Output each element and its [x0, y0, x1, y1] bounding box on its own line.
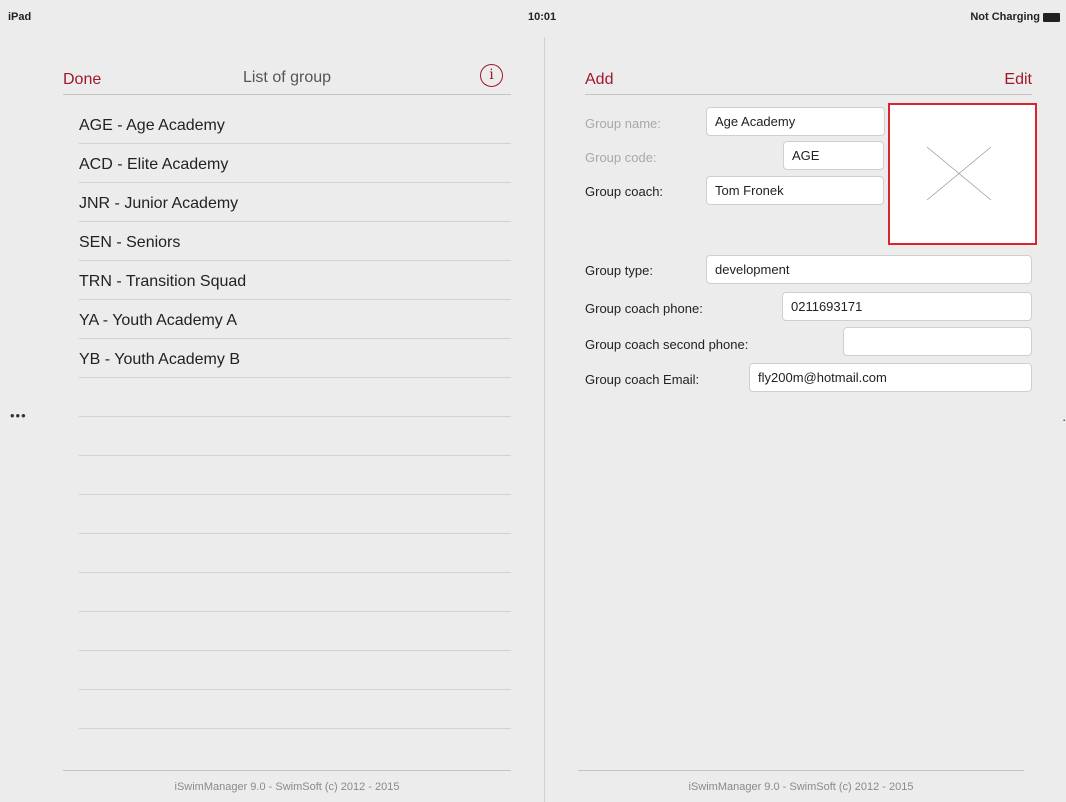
footer-divider	[63, 770, 511, 771]
empty-list-row	[79, 417, 511, 456]
copyright-footer: iSwimManager 9.0 - SwimSoft (c) 2012 - 2…	[174, 781, 400, 793]
empty-list-row	[79, 534, 511, 573]
panel-title: List of group	[242, 69, 332, 86]
coach-phone-field[interactable]: 0211693171	[782, 292, 1032, 321]
group-list-item[interactable]: YB - Youth Academy B	[79, 339, 511, 378]
coach-phone-label: Group coach phone:	[585, 301, 703, 316]
group-photo-placeholder[interactable]	[888, 103, 1037, 245]
right-drag-handle[interactable]: ·	[1062, 412, 1066, 427]
group-coach-label: Group coach:	[585, 184, 664, 199]
empty-list-row	[79, 456, 511, 495]
info-circle-icon[interactable]: i	[480, 64, 503, 87]
battery-status: Not Charging	[970, 11, 1040, 23]
left-drag-handle[interactable]: •••	[10, 408, 27, 423]
group-list-item[interactable]: TRN - Transition Squad	[79, 261, 511, 300]
empty-image-x-icon	[926, 146, 992, 201]
empty-list-row	[79, 495, 511, 534]
group-list-item[interactable]: JNR - Junior Academy	[79, 183, 511, 222]
left-panel-header: Done List of group i	[63, 60, 511, 95]
group-list-item[interactable]: YA - Youth Academy A	[79, 300, 511, 339]
coach-second-phone-label: Group coach second phone:	[585, 337, 749, 352]
split-divider	[544, 37, 545, 802]
copyright-footer: iSwimManager 9.0 - SwimSoft (c) 2012 - 2…	[688, 781, 914, 793]
coach-second-phone-field[interactable]	[843, 327, 1032, 356]
group-list-item[interactable]: AGE - Age Academy	[79, 105, 511, 144]
footer-divider	[578, 770, 1024, 771]
coach-email-label: Group coach Email:	[585, 372, 700, 387]
status-time: 10:01	[528, 11, 557, 23]
edit-button[interactable]: Edit	[1004, 71, 1032, 89]
group-type-label: Group type:	[585, 263, 653, 278]
device-name: iPad	[8, 11, 32, 23]
add-button[interactable]: Add	[585, 71, 613, 89]
group-list-item[interactable]: SEN - Seniors	[79, 222, 511, 261]
group-name-field[interactable]: Age Academy	[706, 107, 885, 136]
group-code-label: Group code:	[585, 150, 657, 165]
group-coach-field[interactable]: Tom Fronek	[706, 176, 884, 205]
group-list-item[interactable]: ACD - Elite Academy	[79, 144, 511, 183]
group-list: AGE - Age Academy ACD - Elite Academy JN…	[79, 105, 511, 729]
empty-list-row	[79, 651, 511, 690]
battery-icon	[1043, 13, 1060, 22]
group-name-label: Group name:	[585, 116, 661, 131]
empty-list-row	[79, 612, 511, 651]
empty-list-row	[79, 573, 511, 612]
group-code-field[interactable]: AGE	[783, 141, 884, 170]
empty-list-row	[79, 690, 511, 729]
status-bar: iPad 10:01 Not Charging	[0, 0, 1066, 34]
group-type-field[interactable]: development	[706, 255, 1032, 284]
right-panel-header: Add Edit	[585, 60, 1032, 95]
empty-list-row	[79, 378, 511, 417]
coach-email-field[interactable]: fly200m@hotmail.com	[749, 363, 1032, 392]
